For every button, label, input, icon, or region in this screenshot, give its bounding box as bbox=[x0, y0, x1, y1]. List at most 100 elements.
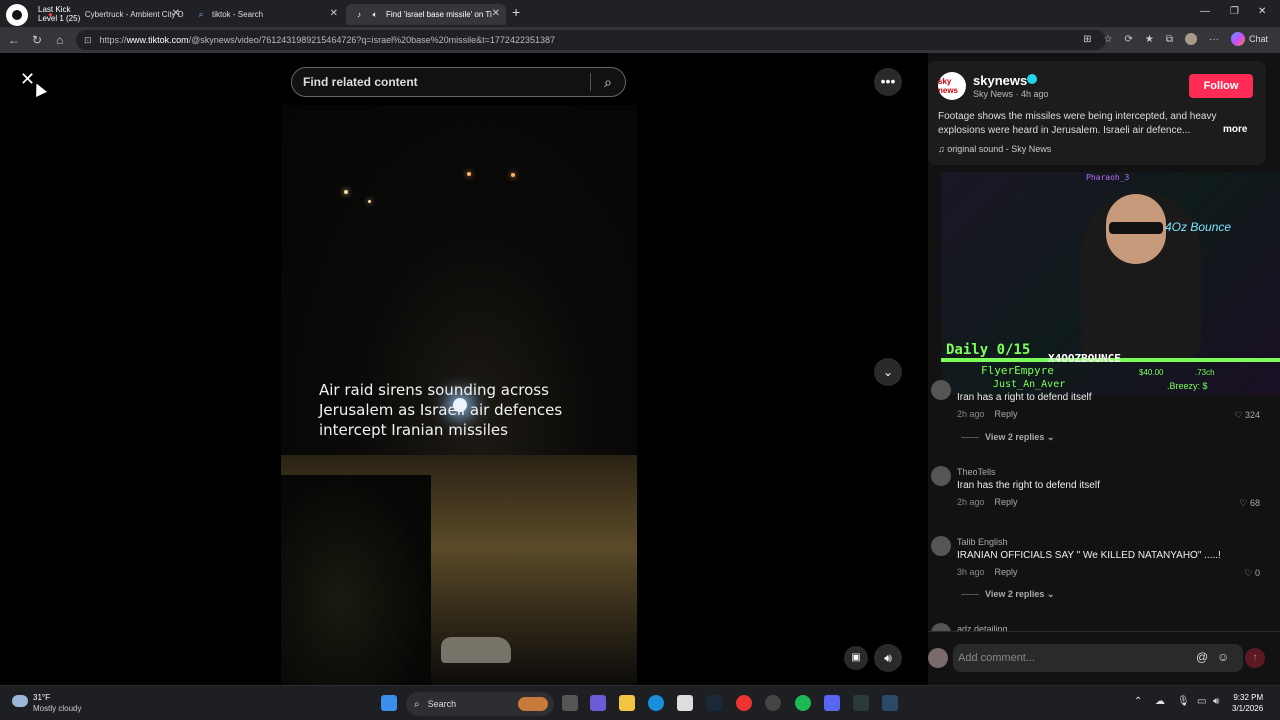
video-light bbox=[511, 173, 515, 177]
microsoft-store-icon[interactable] bbox=[677, 695, 693, 711]
obs-icon[interactable] bbox=[765, 695, 781, 711]
volume-tray-icon[interactable]: 🔊︎ bbox=[1213, 696, 1219, 707]
url-prefix: https:// bbox=[99, 35, 127, 45]
view-replies-label: View 2 replies bbox=[985, 589, 1045, 599]
webcam-donor-1: FlyerEmpyre bbox=[981, 364, 1054, 377]
onedrive-icon[interactable]: ☁ bbox=[1155, 696, 1165, 707]
copilot-app-icon[interactable] bbox=[590, 695, 606, 711]
copilot-chat-button[interactable]: Chat bbox=[1230, 32, 1268, 46]
network-icon[interactable]: ▭ bbox=[1197, 696, 1206, 707]
weather-temp[interactable]: 31°F bbox=[33, 693, 50, 702]
home-icon[interactable]: ⌂ bbox=[56, 33, 63, 47]
url-path: /@skynews/video/7612431989215464726?q=is… bbox=[188, 35, 555, 45]
miniplayer-icon[interactable]: ▣ bbox=[844, 646, 868, 670]
like-count[interactable]: ♡ 324 bbox=[1234, 410, 1260, 421]
close-tab-icon[interactable]: ✕ bbox=[492, 8, 500, 19]
close-tab-icon[interactable]: ✕ bbox=[330, 8, 338, 19]
tab-label: tiktok - Search bbox=[212, 10, 264, 19]
speaker-icon: 🔈︎ bbox=[372, 9, 378, 19]
search-icon: ⌕ bbox=[198, 9, 204, 19]
channel-avatar[interactable]: sky news bbox=[938, 72, 966, 100]
more-options-button[interactable]: ••• bbox=[874, 68, 902, 96]
url-domain: www.tiktok.com bbox=[126, 35, 189, 45]
tray-overflow-icon[interactable]: ⌃ bbox=[1134, 696, 1142, 707]
split-screen-icon[interactable]: ⊞ bbox=[1083, 34, 1091, 45]
tab-tiktok-search[interactable]: ⌕ tiktok - Search ✕ bbox=[188, 4, 344, 25]
next-video-button[interactable]: ⌄ bbox=[874, 358, 902, 386]
profile-avatar-icon[interactable] bbox=[1184, 33, 1197, 45]
taskbar-clock[interactable]: 9:32 PM 3/1/2026 bbox=[1232, 692, 1263, 714]
start-windows-icon[interactable] bbox=[381, 695, 397, 711]
video-info-card: sky news skynews Sky News · 4h ago Follo… bbox=[928, 61, 1266, 165]
original-sound-link[interactable]: ♫ original sound - Sky News bbox=[938, 144, 1051, 154]
close-tab-icon[interactable]: ✕ bbox=[172, 8, 180, 19]
tab-label: Find 'israel base missile' on Ti bbox=[386, 10, 492, 19]
follow-button[interactable]: Follow bbox=[1189, 74, 1253, 98]
commenter-avatar[interactable] bbox=[931, 380, 951, 400]
steam-icon[interactable] bbox=[706, 695, 722, 711]
volume-icon[interactable]: 🔊︎ bbox=[874, 644, 902, 672]
steam-client-icon[interactable] bbox=[882, 695, 898, 711]
spotify-icon[interactable] bbox=[795, 695, 811, 711]
overlay-logo-icon bbox=[6, 4, 28, 26]
file-explorer-icon[interactable] bbox=[619, 695, 635, 711]
new-tab-button[interactable]: + bbox=[512, 4, 520, 20]
discord-icon[interactable] bbox=[824, 695, 840, 711]
favorites-icon[interactable]: ★ bbox=[1145, 34, 1154, 45]
extensions-icon[interactable]: ⟳ bbox=[1124, 34, 1132, 45]
search-icon[interactable]: ⌕ bbox=[591, 74, 625, 91]
like-number: 68 bbox=[1249, 498, 1260, 508]
browser-tab-bar: Last Kick Level 1 (25) ● Cybertruck - Am… bbox=[0, 0, 1280, 27]
tab-tiktok-video[interactable]: ♪ 🔈︎ Find 'israel base missile' on Ti ✕ bbox=[346, 4, 506, 25]
channel-name[interactable]: skynews bbox=[973, 73, 1027, 88]
windows-taskbar: 31°F Mostly cloudy ⌕ Search ⌃ ☁ 🎙︎ ▭ 🔊︎ … bbox=[0, 685, 1280, 720]
collections-icon[interactable]: ⧉ bbox=[1166, 34, 1173, 45]
video-player[interactable]: Air raid sirens sounding across Jerusale… bbox=[281, 105, 637, 685]
microphone-icon[interactable]: 🎙︎ bbox=[1177, 696, 1190, 707]
emoji-icon[interactable]: ☺ bbox=[1217, 650, 1229, 664]
reply-button[interactable]: Reply bbox=[995, 567, 1018, 577]
weather-desc[interactable]: Mostly cloudy bbox=[33, 704, 81, 713]
related-search-box[interactable]: Find related content ⌕ bbox=[291, 67, 626, 97]
chrome-icon[interactable] bbox=[736, 695, 752, 711]
comment-time: 2h ago bbox=[957, 497, 985, 507]
view-replies-button[interactable]: View 2 replies ⌄ bbox=[961, 589, 1054, 600]
reply-button[interactable]: Reply bbox=[995, 497, 1018, 507]
video-description: Footage shows the missiles were being in… bbox=[938, 111, 1217, 136]
comment-username[interactable]: Talib English bbox=[957, 537, 1008, 547]
xbox-app-icon[interactable] bbox=[853, 695, 869, 711]
like-count[interactable]: ♡ 0 bbox=[1244, 568, 1260, 579]
more-description-link[interactable]: more bbox=[1223, 124, 1247, 135]
tab-label: Cybertruck - Ambient City D bbox=[84, 10, 184, 19]
search-input[interactable]: Find related content bbox=[292, 75, 590, 89]
tab-cybertruck[interactable]: ● Cybertruck - Ambient City D ✕ bbox=[40, 4, 186, 25]
webcam-brand-text: 4Oz Bounce bbox=[1165, 220, 1232, 234]
refresh-icon[interactable]: ↻ bbox=[32, 33, 42, 47]
edge-browser-icon[interactable] bbox=[648, 695, 664, 711]
commenter-avatar[interactable] bbox=[931, 466, 951, 486]
url-field[interactable]: ⊡ https://www.tiktok.com/@skynews/video/… bbox=[76, 30, 1106, 50]
send-comment-button[interactable]: ↑ bbox=[1245, 648, 1265, 668]
close-window-icon[interactable]: ✕ bbox=[1258, 6, 1266, 17]
taskbar-search[interactable]: ⌕ Search bbox=[406, 692, 554, 716]
like-count[interactable]: ♡ 68 bbox=[1239, 498, 1260, 509]
task-view-icon[interactable] bbox=[562, 695, 578, 711]
commenter-avatar[interactable] bbox=[931, 536, 951, 556]
minimize-icon[interactable]: — bbox=[1200, 6, 1210, 17]
view-replies-button[interactable]: View 2 replies ⌄ bbox=[961, 432, 1054, 443]
search-icon: ⌕ bbox=[414, 698, 420, 710]
like-number: 324 bbox=[1244, 410, 1260, 420]
cloud-icon[interactable] bbox=[12, 695, 28, 707]
video-caption: Air raid sirens sounding across Jerusale… bbox=[319, 381, 563, 439]
restore-icon[interactable]: ❐ bbox=[1230, 6, 1239, 17]
comment-username[interactable]: TheoTells bbox=[957, 467, 996, 477]
comment-item: Talib English IRANIAN OFFICIALS SAY " We… bbox=[929, 536, 1269, 606]
comment-item: Iran has a right to defend itself 2h ago… bbox=[929, 378, 1269, 448]
comment-input[interactable]: Add comment... @ ☺ bbox=[953, 644, 1243, 672]
more-menu-icon[interactable]: ··· bbox=[1209, 34, 1219, 45]
mention-icon[interactable]: @ bbox=[1196, 650, 1208, 664]
back-icon[interactable]: ← bbox=[8, 33, 20, 47]
reply-button[interactable]: Reply bbox=[995, 409, 1018, 419]
view-replies-label: View 2 replies bbox=[985, 432, 1045, 442]
favorite-star-icon[interactable]: ☆ bbox=[1104, 34, 1113, 45]
